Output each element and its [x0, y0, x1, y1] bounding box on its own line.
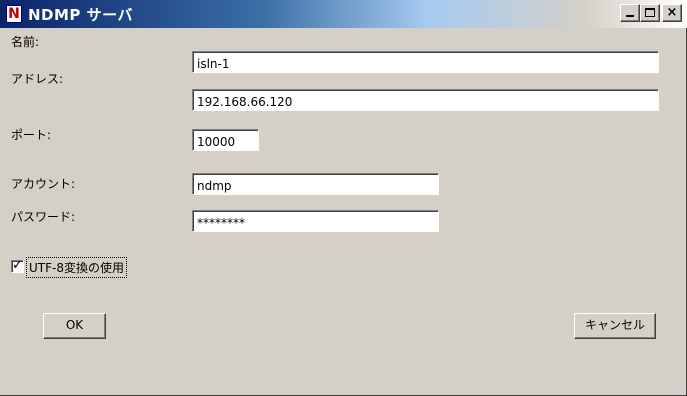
address-label: アドレス:: [11, 72, 64, 86]
password-field[interactable]: [192, 210, 439, 232]
minimize-icon: [626, 15, 634, 17]
ndmp-server-dialog: N NDMP サーバ × 名前: アドレス: ポート: アカウント: パスワード…: [0, 0, 687, 396]
checkmark-icon: ✓: [12, 258, 23, 273]
name-label: 名前:: [11, 35, 40, 49]
minimize-button[interactable]: [620, 4, 640, 22]
utf8-checkbox-label[interactable]: UTF-8変換の使用: [26, 257, 127, 278]
account-label: アカウント:: [11, 177, 76, 191]
app-icon: N: [6, 5, 22, 23]
maximize-button[interactable]: [640, 4, 660, 22]
close-icon: ×: [666, 5, 678, 20]
title-bar[interactable]: N NDMP サーバ ×: [0, 0, 687, 28]
port-field[interactable]: [192, 129, 259, 151]
account-field[interactable]: [192, 173, 439, 195]
password-label: パスワード:: [11, 210, 76, 224]
window-title: NDMP サーバ: [28, 6, 133, 24]
ok-button[interactable]: OK: [43, 313, 106, 339]
utf8-checkbox[interactable]: ✓: [11, 258, 24, 273]
maximize-icon: [645, 8, 655, 17]
name-field[interactable]: [192, 51, 659, 73]
port-label: ポート:: [11, 128, 52, 142]
cancel-button[interactable]: キャンセル: [574, 313, 656, 339]
close-button[interactable]: ×: [662, 4, 682, 22]
address-field[interactable]: [192, 89, 659, 111]
